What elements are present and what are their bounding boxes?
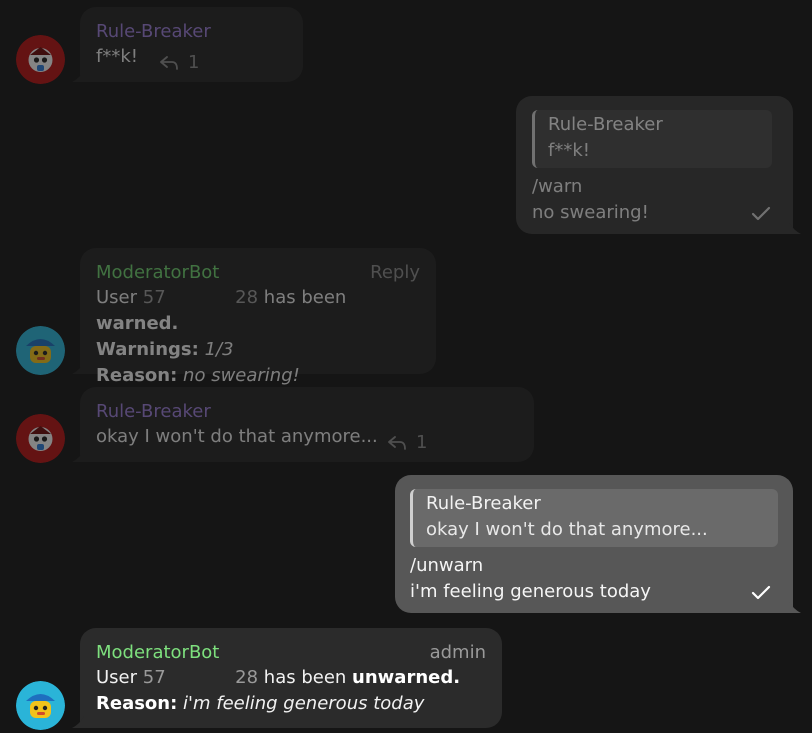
moderation-status-line: User 57 28 has been unwarned.: [96, 665, 486, 691]
message-bubble-1[interactable]: Rule-Breaker f**k! 1: [72, 7, 303, 82]
reply-arrow-icon: [160, 55, 178, 70]
message-text: okay I won't do that anymore...: [96, 426, 378, 447]
rule-breaker-avatar-icon: [16, 414, 65, 463]
moderator-bot-avatar-icon: [16, 681, 65, 730]
reason-label: Reason:: [96, 693, 178, 714]
reason-label: Reason:: [96, 365, 178, 386]
rule-breaker-avatar-icon: [16, 35, 65, 84]
reply-quote[interactable]: Rule-Breaker okay I won't do that anymor…: [410, 489, 778, 547]
warnings-label: Warnings:: [96, 339, 199, 360]
message-line-2: i'm feeling generous today: [410, 581, 651, 602]
moderation-status-line: User 57 28 has been warned.: [96, 285, 420, 337]
quote-text: okay I won't do that anymore...: [426, 519, 708, 540]
sender-name[interactable]: ModeratorBot: [96, 641, 486, 665]
message-bubble-6[interactable]: ModeratorBot admin User 57 28 has been u…: [72, 628, 502, 728]
warnings-line: Warnings: 1/3: [96, 337, 420, 363]
sender-name[interactable]: Rule-Breaker: [96, 400, 518, 424]
reply-quote[interactable]: Rule-Breaker f**k!: [532, 110, 772, 168]
moderator-bot-avatar-icon: [16, 326, 65, 375]
bubble-tail-icon: [789, 601, 801, 613]
quote-sender: Rule-Breaker: [548, 114, 663, 135]
message-bubble-2[interactable]: Rule-Breaker f**k! /warn no swearing!: [516, 96, 801, 234]
reply-count: 1: [416, 432, 428, 453]
quote-sender: Rule-Breaker: [426, 493, 541, 514]
message-line-2: no swearing!: [532, 202, 649, 223]
bubble-tail-icon: [72, 716, 84, 728]
message-bubble-4[interactable]: Rule-Breaker okay I won't do that anymor…: [72, 387, 534, 462]
reason-line: Reason: i'm feeling generous today: [96, 691, 486, 717]
avatar-rule-breaker[interactable]: [16, 414, 65, 463]
read-check-icon: [751, 206, 771, 221]
message-bubble-5[interactable]: Rule-Breaker okay I won't do that anymor…: [395, 475, 801, 613]
bubble-tail-icon: [789, 222, 801, 234]
has-been-text: has been: [263, 287, 347, 308]
user-id-part-b[interactable]: 28: [235, 667, 258, 688]
message-bubble-3[interactable]: ModeratorBot Reply User 57 28 has been w…: [72, 248, 436, 386]
reply-count: 1: [188, 52, 200, 73]
message-line-1: /warn: [532, 176, 583, 197]
has-been-text: has been: [263, 667, 347, 688]
warnings-value: 1/3: [204, 339, 234, 360]
reply-counter[interactable]: 1: [160, 52, 199, 73]
reply-label[interactable]: Reply: [370, 262, 420, 283]
reason-line: Reason: no swearing!: [96, 363, 420, 389]
user-id-part-a[interactable]: 57: [143, 287, 166, 308]
user-prefix: User: [96, 287, 138, 308]
sender-name[interactable]: Rule-Breaker: [96, 20, 287, 44]
reply-counter[interactable]: 1: [388, 432, 427, 453]
avatar-rule-breaker[interactable]: [16, 35, 65, 84]
reply-arrow-icon: [388, 435, 406, 450]
user-prefix: User: [96, 667, 138, 688]
reason-value: i'm feeling generous today: [183, 693, 425, 714]
bubble-tail-icon: [72, 70, 84, 82]
bubble-tail-icon: [72, 450, 84, 462]
message-line-1: /unwarn: [410, 555, 484, 576]
avatar-moderator-bot[interactable]: [16, 326, 65, 375]
read-check-icon: [751, 585, 771, 600]
user-id-part-b[interactable]: 28: [235, 287, 258, 308]
admin-badge: admin: [429, 642, 486, 663]
bubble-tail-icon: [72, 362, 84, 374]
user-id-part-a[interactable]: 57: [143, 667, 166, 688]
status-text: unwarned.: [352, 667, 461, 688]
quote-text: f**k!: [548, 140, 590, 161]
status-text: warned.: [96, 313, 179, 334]
avatar-moderator-bot[interactable]: [16, 681, 65, 730]
reason-value: no swearing!: [183, 365, 300, 386]
